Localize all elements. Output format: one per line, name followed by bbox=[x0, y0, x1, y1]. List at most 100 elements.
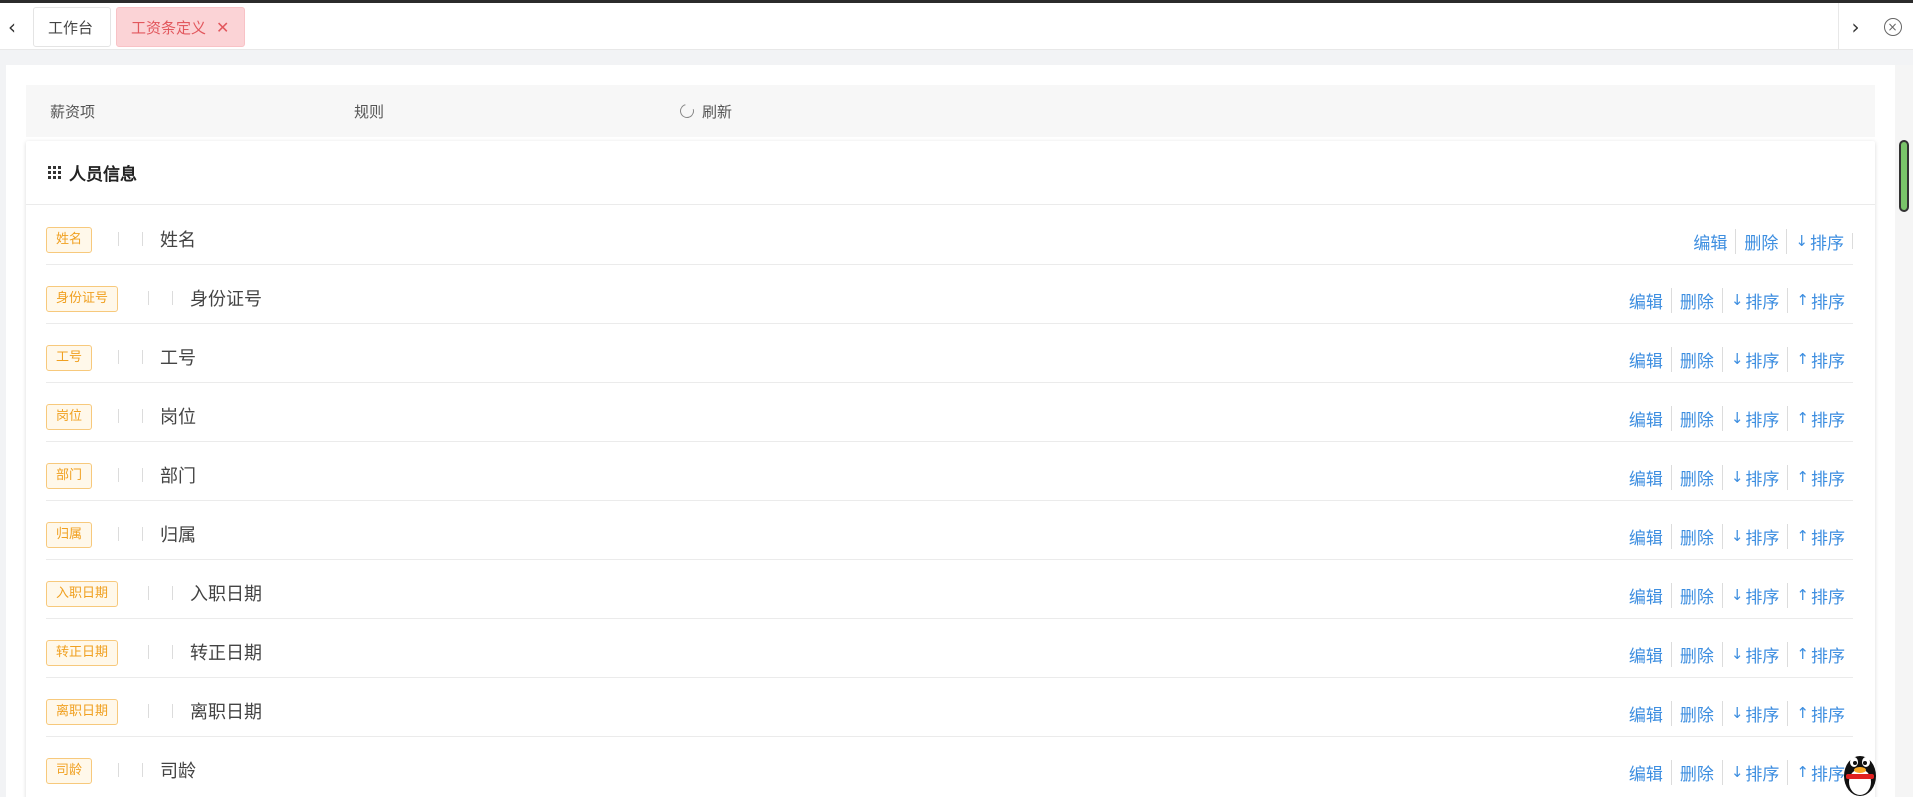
divider bbox=[142, 409, 143, 423]
arrow-up-icon: ↑ bbox=[1796, 763, 1809, 781]
arrow-up-icon: ↑ bbox=[1796, 409, 1809, 427]
close-icon[interactable]: ✕ bbox=[216, 18, 229, 37]
sort-label: 排序 bbox=[1811, 528, 1845, 549]
sort-down-button[interactable]: ↓ 排序 bbox=[1721, 405, 1788, 431]
arrow-up-icon: ↑ bbox=[1796, 468, 1809, 486]
field-label: 工号 bbox=[160, 348, 196, 369]
delete-button[interactable]: 删除 bbox=[1670, 346, 1722, 372]
qq-mascot-icon[interactable] bbox=[1838, 746, 1882, 797]
sort-down-button[interactable]: ↓ 排序 bbox=[1721, 641, 1788, 667]
row-actions: 编辑 删除 ↓ 排序 bbox=[1685, 228, 1853, 254]
row-actions: 编辑 删除 ↓ 排序 ↑ 排序 bbox=[1621, 523, 1853, 549]
sort-up-button[interactable]: ↑ 排序 bbox=[1787, 405, 1853, 431]
sort-up-button[interactable]: ↑ 排序 bbox=[1787, 464, 1853, 490]
arrow-down-icon: ↓ bbox=[1730, 645, 1744, 663]
sort-label: 排序 bbox=[1745, 705, 1780, 726]
tab-label: 工作台 bbox=[48, 18, 94, 37]
sort-up-button[interactable]: ↑ 排序 bbox=[1787, 346, 1853, 372]
arrow-up-icon: ↑ bbox=[1796, 291, 1809, 309]
sort-down-button[interactable]: ↓ 排序 bbox=[1721, 582, 1788, 608]
sort-down-button[interactable]: ↓ 排序 bbox=[1721, 700, 1788, 726]
sort-down-button[interactable]: ↓ 排序 bbox=[1786, 228, 1852, 254]
chevron-left-icon: ‹ bbox=[8, 14, 16, 39]
tab-salary-slip-definition[interactable]: 工资条定义 ✕ bbox=[116, 7, 245, 47]
field-tag: 身份证号 bbox=[46, 286, 119, 312]
sort-up-button[interactable]: ↑ 排序 bbox=[1787, 523, 1853, 549]
delete-button[interactable]: 删除 bbox=[1670, 759, 1722, 785]
sort-up-button[interactable]: ↑ 排序 bbox=[1787, 582, 1853, 608]
field-label: 部门 bbox=[160, 466, 196, 487]
delete-button[interactable]: 删除 bbox=[1670, 405, 1722, 431]
row-actions: 编辑 删除 ↓ 排序 ↑ 排序 bbox=[1621, 405, 1853, 431]
sort-label: 排序 bbox=[1745, 764, 1780, 785]
field-tag: 工号 bbox=[46, 345, 93, 371]
tab-scroll-right-button[interactable]: › bbox=[1838, 3, 1872, 50]
sort-up-button[interactable]: ↑ 排序 bbox=[1787, 641, 1853, 667]
tab-scroll-left-button[interactable]: ‹ bbox=[0, 3, 24, 50]
divider bbox=[148, 586, 149, 600]
close-all-tabs-button[interactable]: × bbox=[1872, 3, 1913, 50]
edit-button[interactable]: 编辑 bbox=[1621, 465, 1671, 490]
sort-down-button[interactable]: ↓ 排序 bbox=[1721, 523, 1788, 549]
delete-button[interactable]: 删除 bbox=[1670, 582, 1722, 608]
field-tag: 部门 bbox=[46, 463, 93, 489]
sort-down-button[interactable]: ↓ 排序 bbox=[1721, 287, 1788, 313]
divider bbox=[148, 291, 149, 305]
field-label: 姓名 bbox=[160, 230, 196, 251]
delete-button[interactable]: 删除 bbox=[1670, 641, 1722, 667]
list-item: 转正日期 转正日期 编辑 删除 ↓ 排序 ↑ 排序 bbox=[46, 619, 1853, 678]
row-actions: 编辑 删除 ↓ 排序 ↑ 排序 bbox=[1621, 464, 1853, 490]
divider bbox=[172, 704, 173, 718]
edit-button[interactable]: 编辑 bbox=[1621, 288, 1671, 313]
field-label: 岗位 bbox=[160, 407, 196, 428]
list-item: 离职日期 离职日期 编辑 删除 ↓ 排序 ↑ 排序 bbox=[46, 678, 1853, 737]
sort-up-button[interactable]: ↑ 排序 bbox=[1787, 287, 1853, 313]
delete-button[interactable]: 删除 bbox=[1670, 464, 1722, 490]
sort-down-button[interactable]: ↓ 排序 bbox=[1721, 759, 1788, 785]
personnel-info-card: 人员信息 姓名 姓名 编辑 删除 ↓ 排序 身份证号 身份证号 编辑 删除 ↓ … bbox=[26, 141, 1875, 797]
sort-label: 排序 bbox=[1745, 587, 1780, 608]
edit-button[interactable]: 编辑 bbox=[1621, 583, 1671, 608]
qq-pupil-right bbox=[1863, 761, 1867, 765]
scrollbar-thumb[interactable] bbox=[1899, 140, 1909, 212]
field-tag: 离职日期 bbox=[46, 699, 119, 725]
field-tag: 岗位 bbox=[46, 404, 93, 430]
refresh-label: 刷新 bbox=[702, 102, 733, 121]
sort-label: 排序 bbox=[1745, 528, 1780, 549]
tab-workbench[interactable]: 工作台 bbox=[33, 7, 111, 47]
list-item: 司龄 司龄 编辑 删除 ↓ 排序 ↑ 排序 bbox=[46, 737, 1853, 796]
rule-filter[interactable]: 规则 bbox=[354, 85, 384, 137]
tab-label: 工资条定义 bbox=[131, 18, 207, 37]
edit-button[interactable]: 编辑 bbox=[1621, 642, 1671, 667]
delete-button[interactable]: 删除 bbox=[1670, 287, 1722, 313]
field-tag: 入职日期 bbox=[46, 581, 119, 607]
sort-label: 排序 bbox=[1811, 351, 1845, 372]
sort-label: 排序 bbox=[1745, 351, 1780, 372]
sort-up-button[interactable]: ↑ 排序 bbox=[1787, 700, 1853, 726]
field-tag: 司龄 bbox=[46, 758, 93, 784]
edit-button[interactable]: 编辑 bbox=[1621, 760, 1671, 785]
divider bbox=[118, 763, 119, 777]
arrow-down-icon: ↓ bbox=[1730, 704, 1744, 722]
field-label: 司龄 bbox=[160, 761, 196, 782]
field-label: 归属 bbox=[160, 525, 196, 546]
edit-button[interactable]: 编辑 bbox=[1685, 229, 1735, 254]
sort-down-button[interactable]: ↓ 排序 bbox=[1721, 464, 1788, 490]
edit-button[interactable]: 编辑 bbox=[1621, 406, 1671, 431]
edit-button[interactable]: 编辑 bbox=[1621, 701, 1671, 726]
section-title: 人员信息 bbox=[69, 165, 137, 185]
qq-scarf bbox=[1846, 774, 1874, 779]
divider bbox=[118, 350, 119, 364]
divider bbox=[142, 527, 143, 541]
edit-button[interactable]: 编辑 bbox=[1621, 524, 1671, 549]
edit-button[interactable]: 编辑 bbox=[1621, 347, 1671, 372]
delete-button[interactable]: 删除 bbox=[1670, 700, 1722, 726]
row-actions: 编辑 删除 ↓ 排序 ↑ 排序 bbox=[1621, 641, 1853, 667]
sort-down-button[interactable]: ↓ 排序 bbox=[1721, 346, 1788, 372]
delete-button[interactable]: 删除 bbox=[1735, 228, 1786, 254]
divider bbox=[118, 409, 119, 423]
refresh-button[interactable]: 刷新 bbox=[677, 85, 733, 137]
delete-button[interactable]: 删除 bbox=[1670, 523, 1722, 549]
row-actions: 编辑 删除 ↓ 排序 ↑ 排序 bbox=[1621, 287, 1853, 313]
salary-item-filter[interactable]: 薪资项 bbox=[50, 85, 95, 137]
